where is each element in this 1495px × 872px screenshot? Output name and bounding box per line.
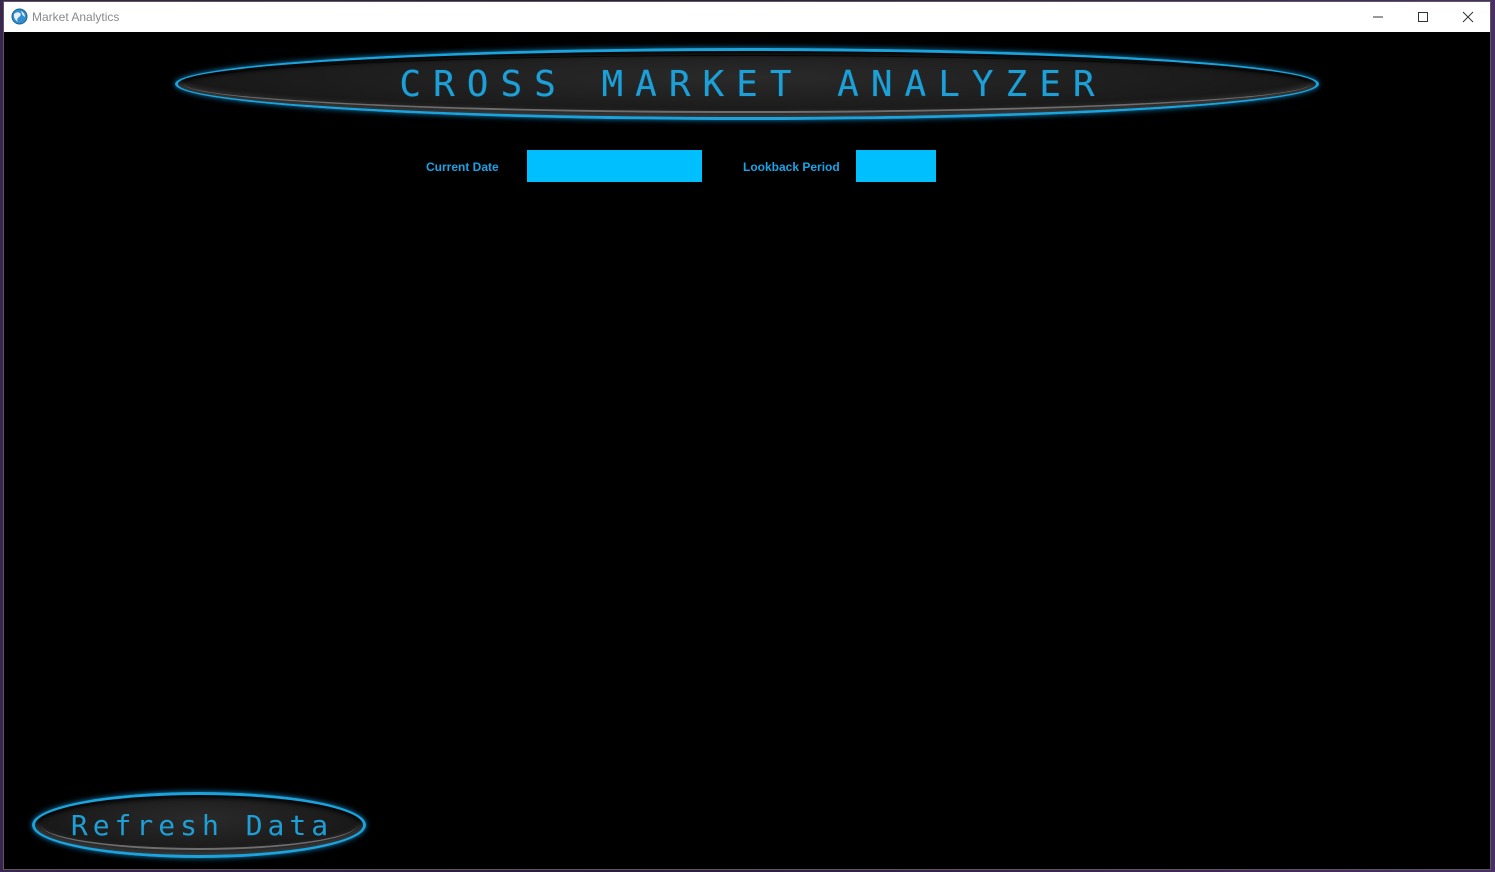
lookback-period-input[interactable] [856, 150, 936, 182]
title-bar[interactable]: Market Analytics [4, 2, 1490, 32]
current-date-input[interactable] [527, 150, 702, 182]
close-button[interactable] [1445, 2, 1490, 32]
main-content: CROSS MARKET ANALYZER Current Date Lookb… [4, 32, 1490, 869]
minimize-icon [1372, 8, 1384, 27]
window-title: Market Analytics [32, 10, 120, 24]
globe-icon [11, 8, 28, 25]
minimize-button[interactable] [1355, 2, 1400, 32]
close-icon [1462, 8, 1474, 27]
app-window: Market Analytics CROSS MARKET ANALYZER C… [3, 1, 1491, 870]
page-title: CROSS MARKET ANALYZER [399, 63, 1107, 105]
refresh-data-button[interactable]: Refresh Data [32, 792, 366, 858]
lookback-period-label: Lookback Period [743, 160, 840, 174]
header-banner: CROSS MARKET ANALYZER [175, 48, 1319, 120]
maximize-button[interactable] [1400, 2, 1445, 32]
current-date-label: Current Date [426, 160, 499, 174]
maximize-icon [1417, 8, 1429, 27]
refresh-data-label: Refresh Data [70, 808, 334, 842]
